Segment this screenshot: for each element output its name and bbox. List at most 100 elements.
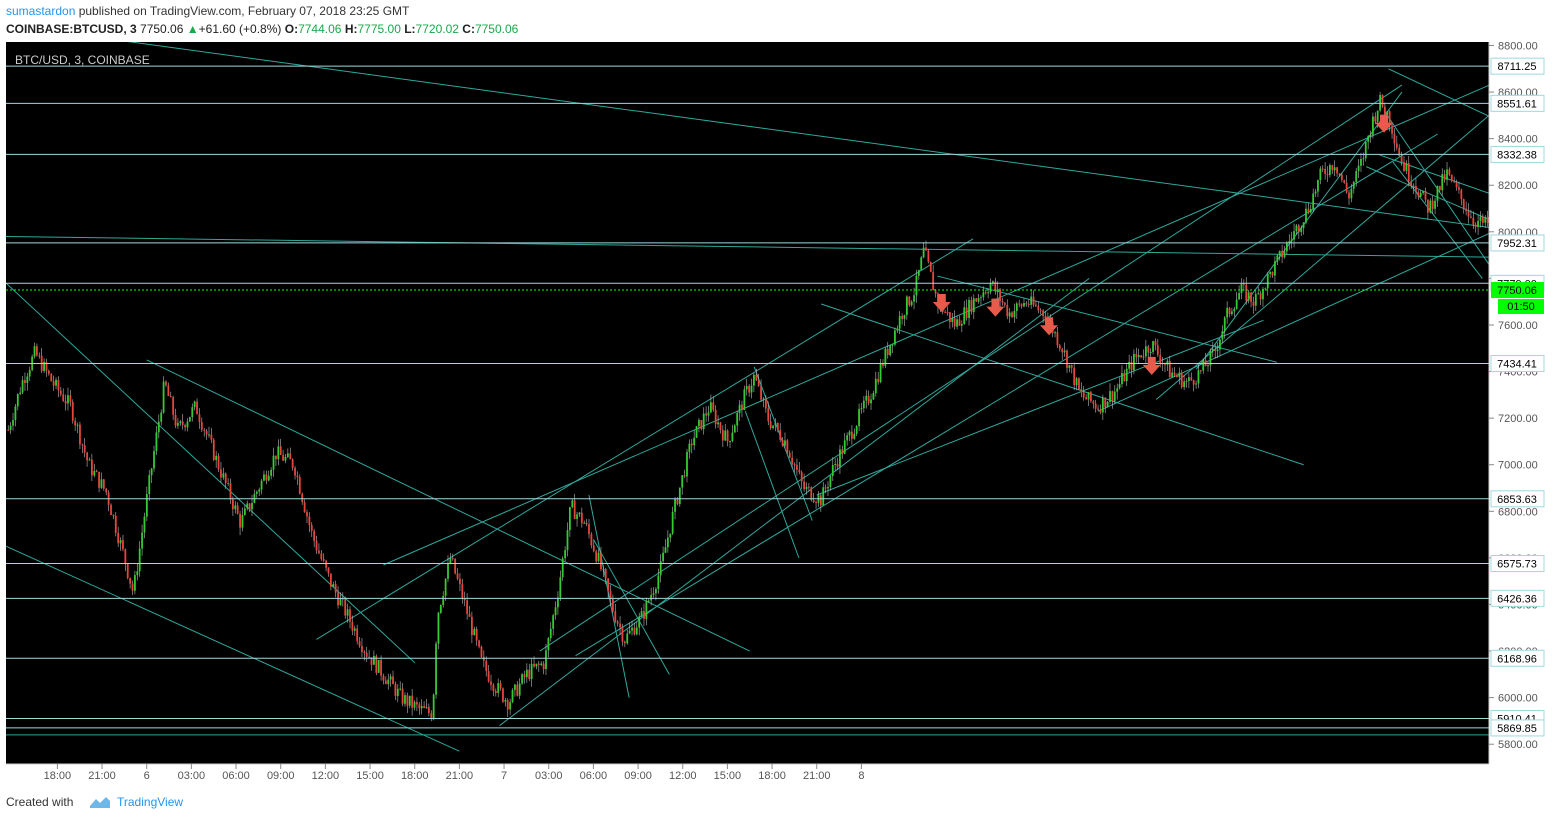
candle-body — [1398, 147, 1401, 157]
candle-body — [905, 296, 908, 316]
candle-body — [377, 659, 380, 673]
candle-body — [1391, 125, 1393, 134]
candle-body — [803, 481, 806, 490]
candle-body — [686, 451, 688, 477]
candle-body — [664, 547, 667, 553]
candle-body — [1295, 225, 1298, 232]
candle-body — [1290, 239, 1293, 242]
price-chart[interactable]: 5800.006000.006200.006400.006600.006800.… — [6, 42, 1547, 787]
candle-body — [764, 398, 767, 409]
candle — [502, 687, 504, 704]
candle-body — [272, 455, 275, 470]
candle-body — [1223, 317, 1226, 332]
candle-body — [874, 378, 877, 394]
candle-body — [638, 616, 641, 628]
candle-body — [946, 312, 949, 314]
candle-body — [413, 701, 416, 708]
candle-body — [528, 669, 531, 680]
candle-body — [167, 385, 170, 396]
candle — [521, 672, 523, 686]
candle-body — [1142, 356, 1145, 358]
candle-body — [1030, 296, 1033, 305]
candle-body — [95, 470, 98, 472]
candle-body — [332, 584, 335, 587]
candle-body — [1231, 311, 1233, 315]
candle-body — [1474, 224, 1477, 227]
candle-body — [669, 533, 672, 538]
candle-body — [523, 674, 526, 678]
candle-body — [977, 298, 980, 302]
candle-body — [329, 573, 332, 587]
candle-body — [798, 469, 801, 473]
candle-body — [1467, 211, 1470, 217]
candle-body — [1259, 293, 1262, 300]
candle-body — [392, 676, 394, 685]
candle-body — [255, 491, 258, 494]
high-value: 7775.00 — [357, 22, 401, 36]
candle-body — [1285, 242, 1288, 252]
candle-body — [215, 455, 218, 460]
author-link[interactable]: sumastardon — [6, 4, 75, 18]
candle-body — [650, 594, 653, 601]
symbol-label: COINBASE:BTCUSD, 3 — [6, 22, 137, 36]
candle-body — [399, 688, 402, 690]
candle-body — [1075, 378, 1078, 386]
candle-body — [683, 475, 686, 477]
candle-body — [265, 474, 268, 481]
candle-body — [1063, 350, 1066, 353]
candle-body — [714, 409, 717, 425]
candle-body — [373, 655, 375, 665]
candle-body — [619, 623, 621, 628]
candle-body — [681, 475, 684, 488]
x-tick-label: 18:00 — [44, 770, 72, 782]
candle-body — [975, 298, 978, 302]
candle-body — [736, 413, 739, 426]
candle-body — [1281, 250, 1284, 258]
published-text: published on TradingView.com, February 0… — [75, 4, 410, 18]
candle-body — [497, 683, 500, 693]
candle-body — [363, 652, 366, 654]
candle-body — [270, 469, 273, 476]
candle-body — [676, 498, 679, 505]
candle-body — [882, 363, 884, 366]
candle-body — [1195, 383, 1197, 385]
candle-body — [282, 454, 284, 461]
candle-body — [886, 348, 889, 356]
candle-body — [227, 483, 230, 485]
candle-body — [224, 473, 227, 484]
candle-body — [36, 346, 38, 356]
candle-body — [829, 475, 832, 487]
candle-body — [862, 400, 865, 409]
candle-body — [480, 646, 483, 657]
x-tick-label: 15:00 — [714, 770, 742, 782]
candle-body — [707, 412, 710, 416]
tradingview-link[interactable]: TradingView — [117, 795, 183, 809]
candle-body — [1238, 293, 1240, 300]
candle-body — [812, 500, 815, 503]
x-tick-label: 03:00 — [178, 770, 206, 782]
candle-body — [568, 507, 571, 531]
candle-body — [643, 611, 645, 619]
candle — [71, 399, 74, 424]
x-tick-label: 7 — [501, 770, 507, 782]
candle-body — [908, 296, 911, 306]
candle-body — [1278, 250, 1281, 256]
candle-body — [1479, 216, 1482, 222]
candle-body — [1317, 180, 1319, 192]
candle-body — [757, 380, 760, 386]
candle-body — [1144, 346, 1147, 357]
level-label-text: 5869.85 — [1497, 723, 1537, 735]
candle-body — [504, 700, 507, 702]
candle-body — [1090, 392, 1092, 402]
x-tick-label: 21:00 — [88, 770, 116, 782]
candle-body — [1135, 353, 1138, 358]
candle-body — [1092, 401, 1095, 404]
candle-body — [968, 299, 970, 318]
candle-body — [1094, 403, 1097, 409]
candle-body — [1018, 303, 1021, 305]
candle-body — [614, 611, 617, 622]
candle — [188, 416, 191, 422]
high-label: H: — [344, 22, 358, 36]
candle-body — [177, 422, 179, 426]
candle-body — [666, 537, 669, 548]
